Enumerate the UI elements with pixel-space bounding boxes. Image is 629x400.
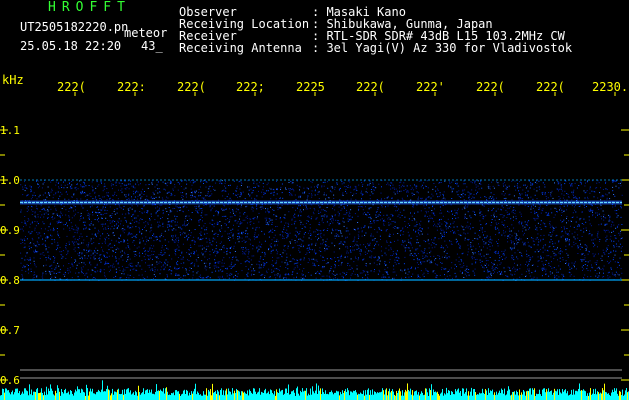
noise-band [20, 180, 623, 281]
amplitude-trace [0, 380, 629, 400]
spectrogram-plot [0, 92, 629, 400]
